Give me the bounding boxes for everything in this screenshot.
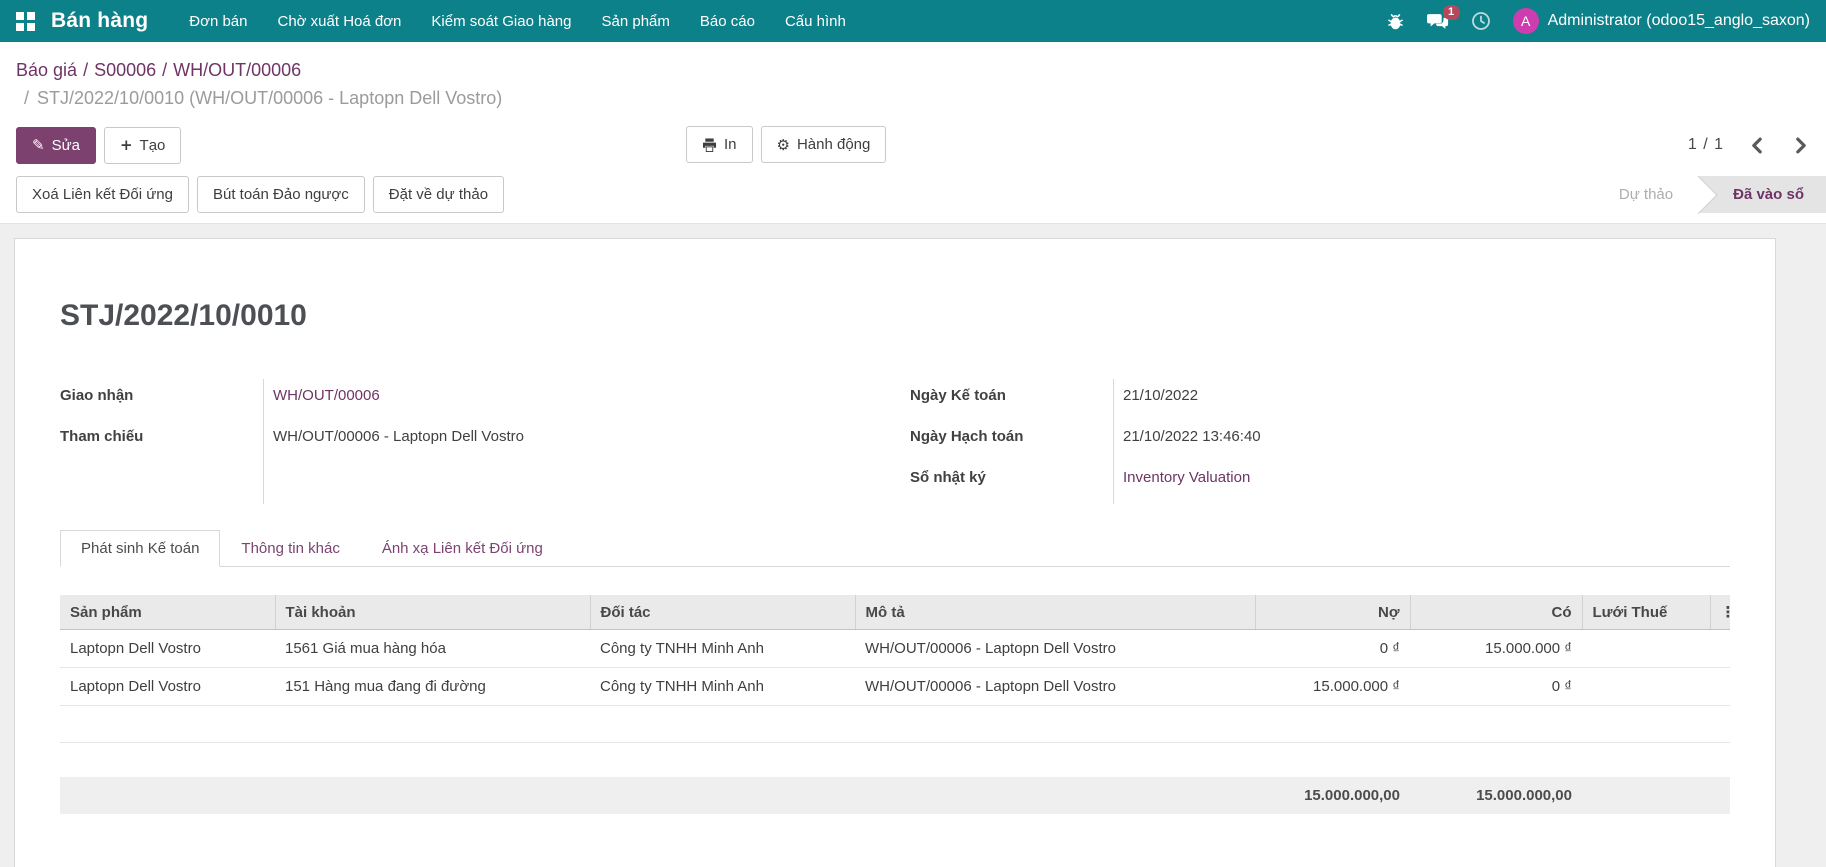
unlink-reconcile-button[interactable]: Xoá Liên kết Đối ứng bbox=[16, 176, 189, 213]
cell-product[interactable]: Laptopn Dell Vostro bbox=[60, 630, 275, 668]
column-header-tai-khoan[interactable]: Tài khoản bbox=[275, 595, 590, 630]
printer-icon bbox=[702, 138, 717, 152]
cell-debit[interactable]: 0 ₫ bbox=[1255, 630, 1410, 668]
user-menu[interactable]: A Administrator (odoo15_anglo_saxon) bbox=[1513, 8, 1810, 34]
top-navbar: Bán hàng Đơn bán Chờ xuất Hoá đơn Kiểm s… bbox=[0, 0, 1826, 42]
cell-partner[interactable]: Công ty TNHH Minh Anh bbox=[590, 630, 855, 668]
activities-clock-icon[interactable] bbox=[1471, 11, 1491, 31]
create-button[interactable]: + Tạo bbox=[104, 127, 181, 164]
user-name: Administrator (odoo15_anglo_saxon) bbox=[1548, 12, 1810, 30]
tab-thong-tin-khac[interactable]: Thông tin khác bbox=[220, 530, 360, 567]
main-menu: Đơn bán Chờ xuất Hoá đơn Kiểm soát Giao … bbox=[174, 0, 861, 42]
action-button[interactable]: ⚙ Hành động bbox=[761, 126, 887, 163]
tab-phat-sinh-ke-toan[interactable]: Phát sinh Kế toán bbox=[60, 530, 220, 567]
breadcrumb-separator: / bbox=[77, 60, 94, 80]
avatar: A bbox=[1513, 8, 1539, 34]
actions-status-row: Xoá Liên kết Đối ứng Bút toán Đảo ngược … bbox=[0, 176, 1826, 213]
cell-label[interactable]: WH/OUT/00006 - Laptopn Dell Vostro bbox=[855, 630, 1255, 668]
column-header-mo-ta[interactable]: Mô tả bbox=[855, 595, 1255, 630]
statusbar: Dự thảo Đã vào sổ bbox=[1593, 176, 1826, 213]
control-panel: Báo giá/S00006/WH/OUT/00006 /STJ/2022/10… bbox=[0, 42, 1826, 224]
reset-to-draft-button[interactable]: Đặt về dự thảo bbox=[373, 176, 504, 213]
column-header-luoi-thue[interactable]: Lưới Thuế bbox=[1582, 595, 1710, 630]
cell-credit[interactable]: 0 ₫ bbox=[1410, 668, 1582, 706]
content-area: STJ/2022/10/0010 Giao nhận Tham chiếu WH… bbox=[0, 224, 1826, 867]
cell-account[interactable]: 151 Hàng mua đang đi đường bbox=[275, 668, 590, 706]
edit-button[interactable]: ✎ Sửa bbox=[16, 127, 96, 164]
pager-previous-icon[interactable] bbox=[1750, 137, 1764, 154]
menu-cho-xuat-hoa-don[interactable]: Chờ xuất Hoá đơn bbox=[263, 0, 417, 42]
page-title: STJ/2022/10/0010 bbox=[60, 299, 1730, 333]
menu-cau-hinh[interactable]: Cấu hình bbox=[770, 0, 861, 42]
breadcrumb-link-wh-out[interactable]: WH/OUT/00006 bbox=[173, 60, 301, 80]
app-title[interactable]: Bán hàng bbox=[51, 9, 148, 33]
field-value-tham-chieu[interactable]: WH/OUT/00006 - Laptopn Dell Vostro bbox=[273, 422, 910, 463]
total-credit: 15.000.000,00 bbox=[1410, 777, 1582, 814]
form-sheet: STJ/2022/10/0010 Giao nhận Tham chiếu WH… bbox=[14, 238, 1776, 867]
table-spacer bbox=[60, 743, 1730, 777]
table-row[interactable]: Laptopn Dell Vostro 151 Hàng mua đang đi… bbox=[60, 668, 1730, 706]
field-value-so-nhat-ky-link[interactable]: Inventory Valuation bbox=[1123, 469, 1250, 486]
field-value-ngay-hach-toan[interactable]: 21/10/2022 13:46:40 bbox=[1123, 422, 1730, 463]
breadcrumb-link-bao-gia[interactable]: Báo giá bbox=[16, 60, 77, 80]
center-buttons: In ⚙ Hành động bbox=[686, 126, 886, 163]
cell-debit[interactable]: 15.000.000 ₫ bbox=[1255, 668, 1410, 706]
table-row[interactable]: Laptopn Dell Vostro 1561 Giá mua hàng hó… bbox=[60, 630, 1730, 668]
field-label-tham-chieu: Tham chiếu bbox=[60, 422, 263, 463]
cell-label[interactable]: WH/OUT/00006 - Laptopn Dell Vostro bbox=[855, 668, 1255, 706]
reverse-entry-button[interactable]: Bút toán Đảo ngược bbox=[197, 176, 365, 213]
notebook-tabs: Phát sinh Kế toán Thông tin khác Ánh xạ … bbox=[60, 530, 1730, 567]
cell-account[interactable]: 1561 Giá mua hàng hóa bbox=[275, 630, 590, 668]
field-label-so-nhat-ky: Sổ nhật ký bbox=[910, 463, 1113, 504]
breadcrumb-current: /STJ/2022/10/0010 (WH/OUT/00006 - Laptop… bbox=[0, 84, 1826, 112]
field-value-giao-nhan-link[interactable]: WH/OUT/00006 bbox=[273, 387, 380, 404]
field-label-giao-nhan: Giao nhận bbox=[60, 381, 263, 422]
breadcrumb-link-s00006[interactable]: S00006 bbox=[94, 60, 156, 80]
breadcrumb-separator: / bbox=[156, 60, 173, 80]
status-stage-posted[interactable]: Đã vào sổ bbox=[1699, 176, 1826, 213]
field-value-ngay-ke-toan[interactable]: 21/10/2022 bbox=[1123, 381, 1730, 422]
plus-icon: + bbox=[120, 136, 133, 154]
empty-table-row[interactable] bbox=[60, 706, 1730, 743]
totals-row: 15.000.000,00 15.000.000,00 bbox=[60, 777, 1730, 814]
total-debit: 15.000.000,00 bbox=[1255, 777, 1410, 814]
breadcrumb: Báo giá/S00006/WH/OUT/00006 bbox=[0, 56, 1826, 84]
menu-don-ban[interactable]: Đơn bán bbox=[174, 0, 262, 42]
messages-icon[interactable]: 1 bbox=[1427, 12, 1449, 31]
gear-icon: ⚙ bbox=[777, 136, 790, 154]
pencil-icon: ✎ bbox=[32, 136, 45, 154]
column-header-no[interactable]: Nợ bbox=[1255, 595, 1410, 630]
menu-bao-cao[interactable]: Báo cáo bbox=[685, 0, 770, 42]
buttons-row: ✎ Sửa + Tạo In ⚙ Hành động 1 / 1 bbox=[0, 126, 1826, 164]
column-header-doi-tac[interactable]: Đối tác bbox=[590, 595, 855, 630]
apps-grid-icon[interactable] bbox=[16, 12, 35, 31]
cell-credit[interactable]: 15.000.000 ₫ bbox=[1410, 630, 1582, 668]
menu-san-pham[interactable]: Sản phẩm bbox=[587, 0, 685, 42]
print-button[interactable]: In bbox=[686, 126, 753, 163]
optional-columns-icon[interactable]: ⋮ bbox=[1710, 595, 1730, 630]
pager: 1 / 1 bbox=[1688, 126, 1808, 164]
pager-next-icon[interactable] bbox=[1794, 137, 1808, 154]
cell-product[interactable]: Laptopn Dell Vostro bbox=[60, 668, 275, 706]
cell-partner[interactable]: Công ty TNHH Minh Anh bbox=[590, 668, 855, 706]
tab-anh-xa-lien-ket-doi-ung[interactable]: Ánh xạ Liên kết Đối ứng bbox=[361, 530, 564, 567]
cell-tax[interactable] bbox=[1582, 630, 1710, 668]
field-label-ngay-ke-toan: Ngày Kế toán bbox=[910, 381, 1113, 422]
pager-value[interactable]: 1 / 1 bbox=[1688, 136, 1724, 154]
column-header-co[interactable]: Có bbox=[1410, 595, 1582, 630]
cell-tax[interactable] bbox=[1582, 668, 1710, 706]
bug-icon[interactable] bbox=[1386, 12, 1405, 31]
navbar-right: 1 A Administrator (odoo15_anglo_saxon) bbox=[1386, 8, 1810, 34]
messages-badge: 1 bbox=[1443, 5, 1460, 20]
table-header-row: Sản phẩm Tài khoản Đối tác Mô tả Nợ Có L… bbox=[60, 595, 1730, 630]
menu-kiem-soat-giao-hang[interactable]: Kiểm soát Giao hàng bbox=[416, 0, 586, 42]
fields-section: Giao nhận Tham chiếu WH/OUT/00006 WH/OUT… bbox=[60, 379, 1730, 504]
column-header-san-pham[interactable]: Sản phẩm bbox=[60, 595, 275, 630]
journal-items-table: Sản phẩm Tài khoản Đối tác Mô tả Nợ Có L… bbox=[60, 595, 1730, 814]
field-label-ngay-hach-toan: Ngày Hạch toán bbox=[910, 422, 1113, 463]
